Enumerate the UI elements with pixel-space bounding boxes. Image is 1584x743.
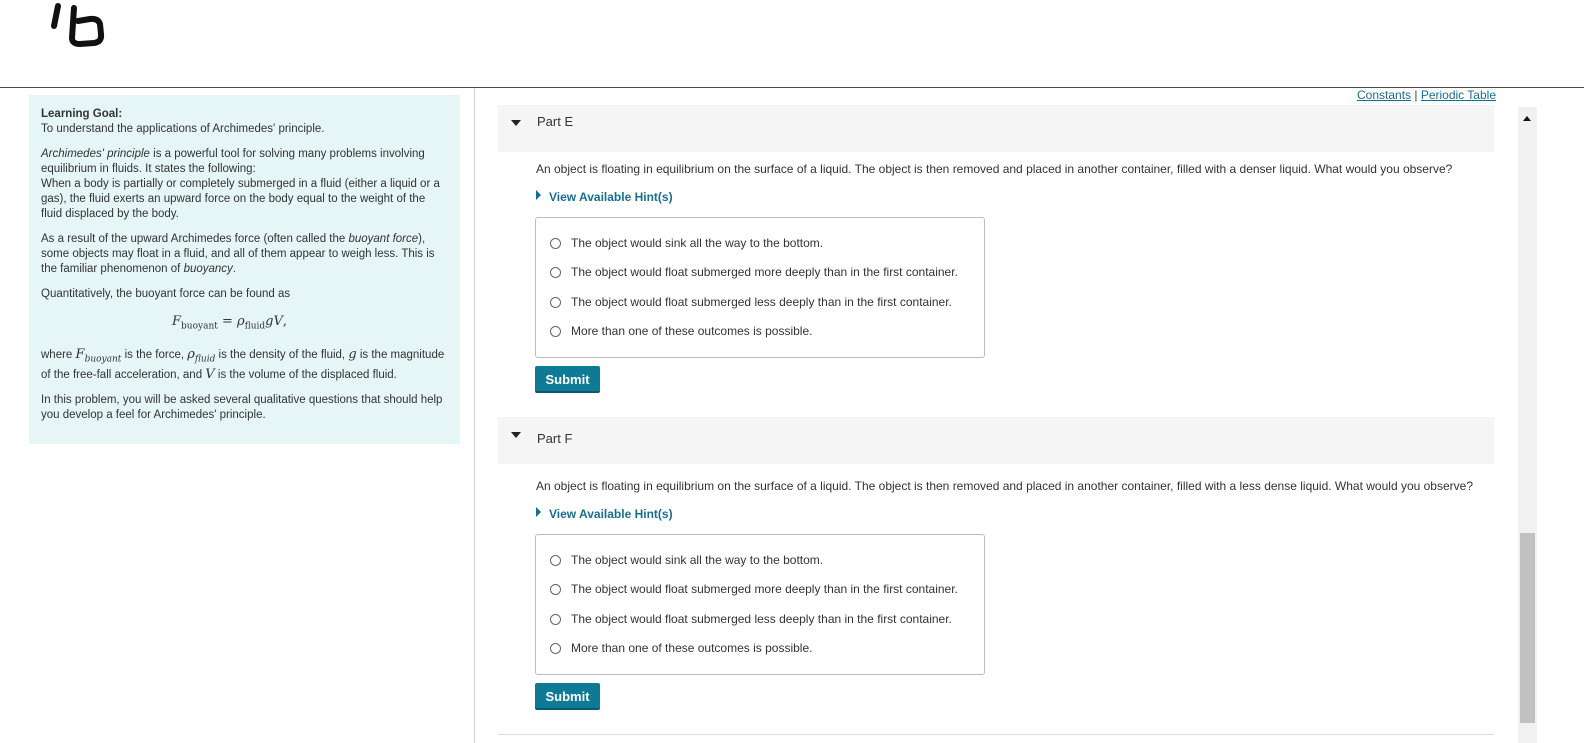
part-f-hint-toggle[interactable]: View Available Hint(s) [536, 507, 673, 521]
principle-term: Archimedes' principle [41, 148, 150, 160]
choice-text: The object would float submerged more de… [571, 265, 958, 279]
part-e-choice-4[interactable]: More than one of these outcomes is possi… [550, 324, 812, 338]
choice-text: More than one of these outcomes is possi… [571, 324, 813, 338]
expand-triangle-icon [536, 190, 541, 200]
var-F-sub: buoyant [84, 354, 122, 365]
formula-end: , [282, 314, 287, 329]
collapse-caret-icon[interactable] [511, 120, 521, 126]
choice-text: The object would float submerged more de… [571, 582, 958, 596]
var-rho-letter: ρ [187, 346, 195, 362]
part-f-hint-label: View Available Hint(s) [549, 507, 673, 521]
column-divider [474, 88, 475, 743]
part-e-submit-button[interactable]: Submit [535, 366, 600, 393]
formula-rho: ρ [237, 314, 245, 329]
choice-text: The object would sink all the way to the… [571, 236, 824, 250]
principle-paragraph: Archimedes' principle is a powerful tool… [41, 147, 448, 222]
radio-button[interactable] [550, 583, 561, 595]
part-e-choice-3[interactable]: The object would float submerged less de… [550, 295, 952, 309]
handwritten-logo [51, 3, 105, 47]
content-scrollbar[interactable] [1518, 107, 1537, 743]
header-divider [0, 87, 1584, 88]
radio-button[interactable] [550, 266, 561, 278]
radio-button[interactable] [550, 325, 561, 337]
part-e-choice-2[interactable]: The object would float submerged more de… [550, 265, 958, 279]
buoyant-force-formula: Fbuoyant = ρfluidgV, [41, 314, 448, 335]
collapse-caret-icon[interactable] [511, 432, 521, 438]
scrollbar-thumb[interactable] [1520, 533, 1535, 723]
formula-eq: = [217, 314, 238, 329]
learning-goal-panel: Learning Goal: To understand the applica… [29, 95, 460, 444]
part-f-submit-button[interactable]: Submit [535, 683, 600, 710]
var-F-letter: F [75, 346, 85, 362]
variables-paragraph: where Fbuoyant is the force, ρfluid is t… [41, 347, 448, 384]
buoyancy-term: buoyancy [183, 263, 233, 275]
formula-F-sub: buoyant [181, 321, 218, 332]
scroll-up-arrow-icon[interactable] [1523, 116, 1531, 121]
var-rho-sub: fluid [194, 354, 216, 365]
part-divider [498, 734, 1494, 735]
part-f-choice-4[interactable]: More than one of these outcomes is possi… [550, 641, 812, 655]
var-V: V [205, 367, 215, 383]
var-rho: ρfluid [187, 346, 216, 365]
part-e-hint-toggle[interactable]: View Available Hint(s) [536, 190, 673, 204]
problem-note: In this problem, you will be asked sever… [41, 394, 443, 422]
quantitative-paragraph: Quantitatively, the buoyant force can be… [41, 288, 291, 300]
vars-e: is the volume of the displaced fluid. [214, 369, 397, 382]
constants-link[interactable]: Constants [1357, 88, 1411, 102]
principle-statement: When a body is partially or completely s… [41, 178, 440, 220]
buoyancy-text-c: . [232, 263, 236, 275]
part-e-choices: The object would sink all the way to the… [535, 217, 985, 358]
part-f-header[interactable]: Part F [498, 417, 1494, 464]
radio-button[interactable] [550, 642, 561, 654]
periodic-table-link[interactable]: Periodic Table [1421, 88, 1496, 102]
radio-button[interactable] [550, 613, 561, 625]
part-e-question: An object is floating in equilibrium on … [536, 162, 1453, 176]
choice-text: More than one of these outcomes is possi… [571, 641, 813, 655]
resource-links: Constants | Periodic Table [1357, 88, 1496, 102]
part-e-choice-1[interactable]: The object would sink all the way to the… [550, 236, 823, 250]
formula-rho-sub: fluid [244, 321, 266, 332]
formula-gV: gV [265, 314, 283, 329]
formula-F: F [171, 314, 182, 329]
part-e-header[interactable]: Part E [498, 105, 1494, 152]
choice-text: The object would float submerged less de… [571, 612, 952, 626]
choice-text: The object would sink all the way to the… [571, 553, 824, 567]
learning-goal: Learning Goal: To understand the applica… [41, 107, 448, 137]
part-f-label: Part F [537, 431, 573, 446]
buoyancy-paragraph: As a result of the upward Archimedes for… [41, 232, 448, 277]
radio-button[interactable] [550, 237, 561, 249]
choice-text: The object would float submerged less de… [571, 295, 952, 309]
part-e-label: Part E [537, 114, 574, 129]
buoyant-force-term: buoyant force [348, 233, 419, 245]
part-f-choice-3[interactable]: The object would float submerged less de… [550, 612, 952, 626]
part-f-choice-1[interactable]: The object would sink all the way to the… [550, 553, 823, 567]
learning-goal-label: Learning Goal: [41, 108, 123, 120]
part-e-hint-label: View Available Hint(s) [549, 190, 673, 204]
vars-a: where [41, 348, 76, 361]
var-F: Fbuoyant [75, 346, 122, 365]
vars-c: is the density of the fluid, [215, 348, 349, 361]
radio-button[interactable] [550, 554, 561, 566]
part-f-choices: The object would sink all the way to the… [535, 534, 985, 675]
buoyancy-text-a: As a result of the upward Archimedes for… [41, 233, 349, 245]
expand-triangle-icon [536, 507, 541, 517]
radio-button[interactable] [550, 296, 561, 308]
part-f-question: An object is floating in equilibrium on … [536, 479, 1474, 493]
vars-b: is the force, [121, 348, 188, 361]
links-separator: | [1411, 88, 1421, 102]
learning-goal-text: To understand the applications of Archim… [41, 123, 325, 135]
part-f-choice-2[interactable]: The object would float submerged more de… [550, 582, 958, 596]
var-g: g [348, 346, 357, 362]
